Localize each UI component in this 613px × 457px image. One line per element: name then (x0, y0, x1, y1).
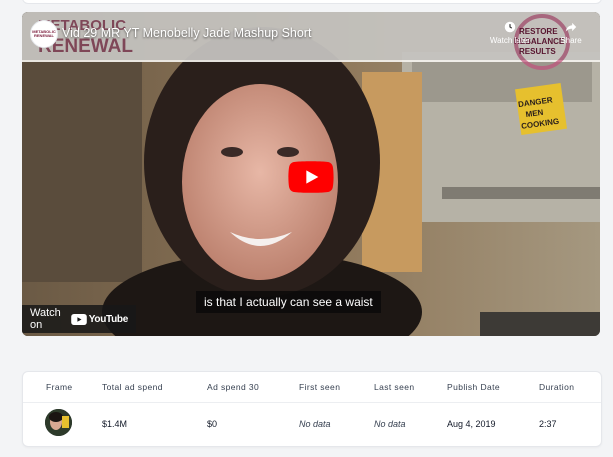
header-ad-spend-30: Ad spend 30 (207, 382, 260, 392)
watch-on-youtube-button[interactable]: Watch on YouTube (22, 305, 136, 333)
channel-avatar[interactable]: METABOLIC RENEWAL (30, 20, 58, 48)
header-duration: Duration (539, 382, 575, 392)
play-icon[interactable] (288, 161, 334, 193)
watch-later-button[interactable]: Watch later (488, 20, 532, 45)
share-button[interactable]: Share (554, 20, 588, 45)
youtube-embed[interactable]: DANGER MEN COOKING METABOLIC RENEWAL RES… (22, 12, 600, 336)
share-icon (565, 22, 577, 32)
header-publish-date: Publish Date (447, 382, 500, 392)
header-frame: Frame (46, 382, 73, 392)
duration-value: 2:37 (539, 419, 557, 429)
first-seen-value: No data (299, 419, 331, 429)
header-last-seen: Last seen (374, 382, 415, 392)
publish-date-value: Aug 4, 2019 (447, 419, 496, 429)
table-header: Frame Total ad spend Ad spend 30 First s… (23, 372, 601, 403)
clock-icon (504, 21, 516, 33)
channel-avatar-text: METABOLIC RENEWAL (32, 28, 56, 38)
youtube-logo: YouTube (71, 313, 129, 325)
watch-later-label: Watch later (489, 36, 531, 45)
last-seen-value: No data (374, 419, 406, 429)
thumbnail-image (45, 409, 72, 436)
youtube-icon (71, 313, 87, 325)
total-ad-spend-value: $1.4M (102, 419, 128, 429)
previous-card (22, 0, 602, 4)
youtube-label: YouTube (88, 313, 129, 325)
share-label: Share (560, 36, 582, 45)
caption-text: is that I actually can see a waist (196, 291, 381, 313)
header-first-seen: First seen (299, 382, 341, 392)
watch-on-label: Watch on (30, 307, 61, 331)
ad-stats-table: Frame Total ad spend Ad spend 30 First s… (22, 371, 602, 447)
video-title[interactable]: Vid 29 MR YT Menobelly Jade Mashup Short (62, 26, 311, 40)
frame-thumbnail[interactable] (45, 409, 72, 436)
ad-spend-30-value: $0 (207, 419, 218, 429)
header-total-ad-spend: Total ad spend (102, 382, 163, 392)
